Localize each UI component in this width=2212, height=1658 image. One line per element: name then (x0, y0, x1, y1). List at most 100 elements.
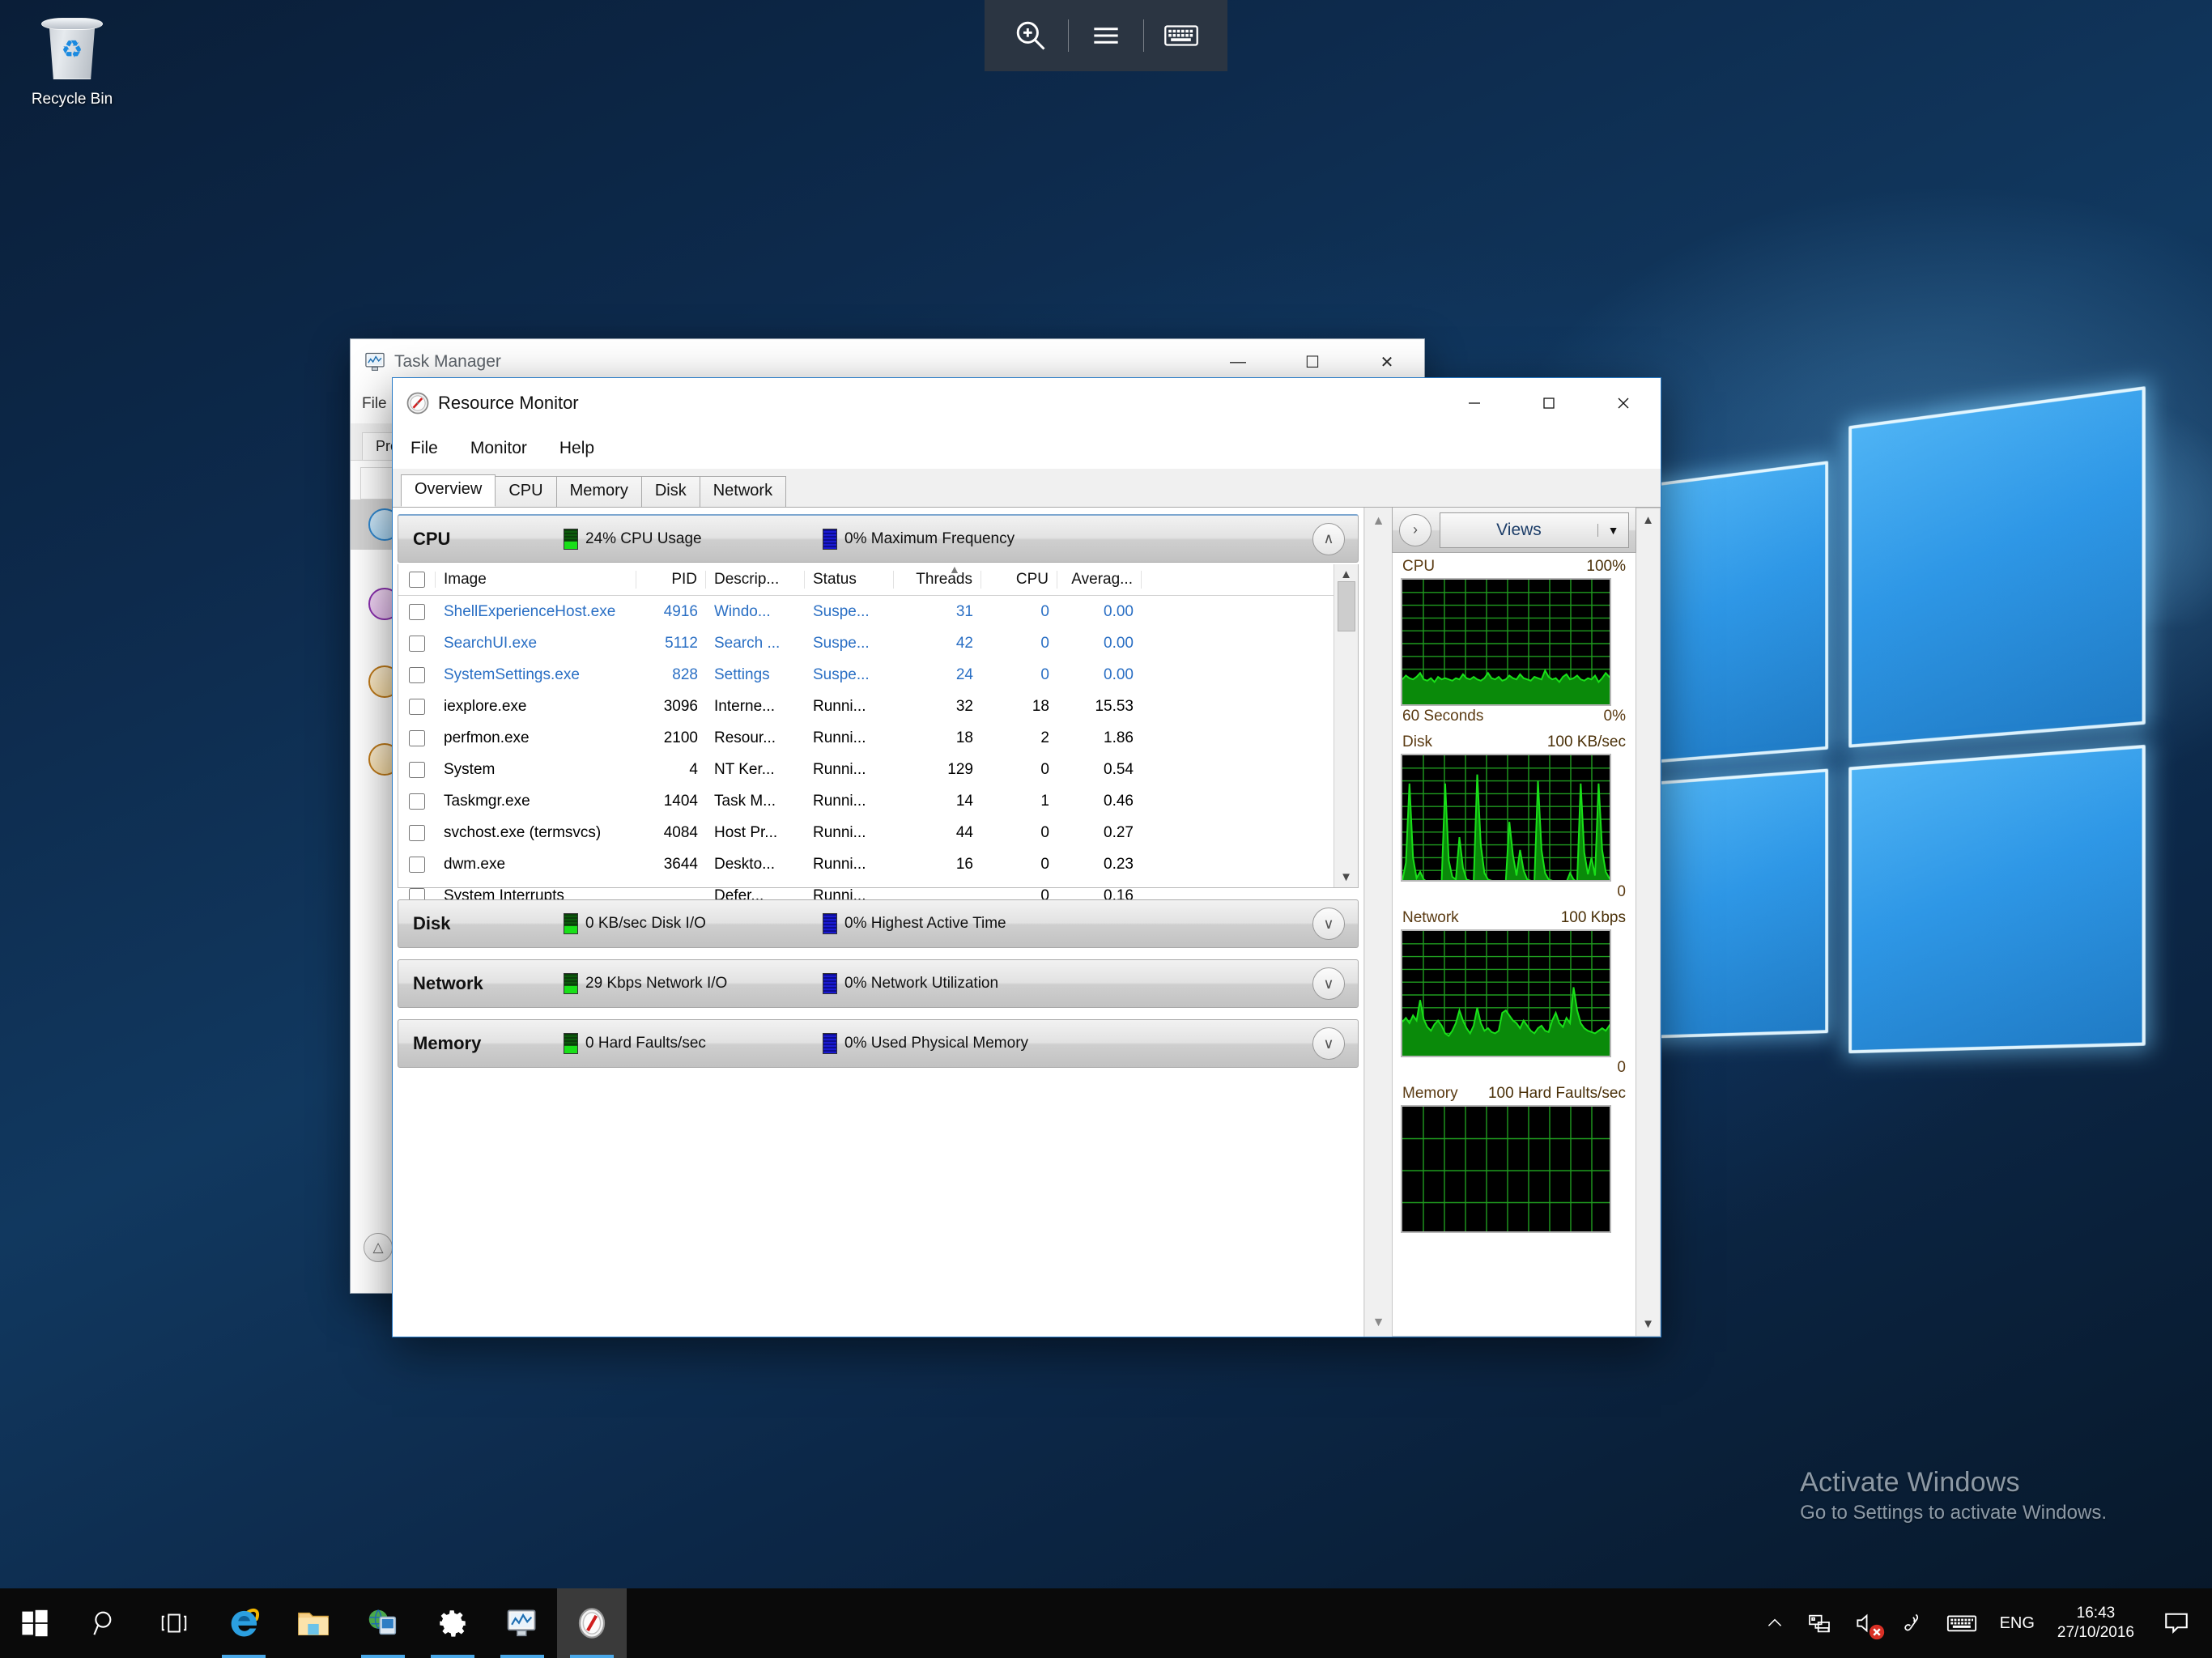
row-checkbox[interactable] (409, 636, 425, 652)
resource-monitor-window-buttons[interactable] (1437, 378, 1661, 428)
scroll-down-arrow-icon[interactable]: ▼ (1340, 870, 1352, 884)
column-header-pid[interactable]: PID (636, 571, 706, 589)
row-checkbox-cell[interactable] (398, 793, 436, 810)
clock[interactable]: 16:43 27/10/2016 (2046, 1588, 2146, 1658)
taskbar-task-manager[interactable] (487, 1588, 557, 1658)
resource-monitor-window[interactable]: Resource Monitor File Monitor Help Overv… (392, 377, 1661, 1337)
accessibility-toolbar[interactable] (985, 0, 1227, 71)
keyboard-icon[interactable] (1144, 0, 1219, 71)
row-checkbox[interactable] (409, 699, 425, 715)
table-row[interactable]: ShellExperienceHost.exe4916Windo...Suspe… (398, 596, 1334, 627)
row-checkbox-cell[interactable] (398, 667, 436, 683)
process-table-scrollbar[interactable]: ▲ ▼ (1334, 564, 1358, 887)
table-row[interactable]: dwm.exe3644Deskto...Runni...1600.23 (398, 848, 1334, 880)
taskbar-internet-explorer[interactable] (209, 1588, 279, 1658)
row-checkbox[interactable] (409, 762, 425, 778)
language-indicator[interactable]: ENG (1989, 1588, 2046, 1658)
scroll-down-arrow-icon[interactable]: ▼ (1642, 1317, 1654, 1331)
table-row[interactable]: svchost.exe (termsvcs)4084Host Pr...Runn… (398, 817, 1334, 848)
action-center-button[interactable] (2146, 1588, 2207, 1658)
magnifier-plus-icon[interactable] (993, 0, 1068, 71)
column-header-status[interactable]: Status (805, 571, 894, 589)
column-header-image[interactable]: Image (436, 571, 636, 589)
taskbar-network-app[interactable] (348, 1588, 418, 1658)
column-header-threads[interactable]: Threads (894, 571, 981, 589)
resource-monitor-menubar[interactable]: File Monitor Help (393, 428, 1661, 469)
section-header-network[interactable]: Network 29 Kbps Network I/O 0% Network U… (398, 959, 1359, 1008)
tab-cpu[interactable]: CPU (495, 476, 556, 507)
menu-monitor[interactable]: Monitor (467, 437, 530, 460)
section-header-memory[interactable]: Memory 0 Hard Faults/sec 0% Used Physica… (398, 1019, 1359, 1068)
expand-views-panel-button[interactable]: › (1399, 514, 1431, 546)
views-toolbar[interactable]: › Views ▼ (1392, 508, 1636, 553)
search-button[interactable] (70, 1588, 139, 1658)
menu-file[interactable]: File (407, 437, 441, 460)
table-header-row[interactable]: Image PID Descrip... Status Threads CPU … (398, 564, 1334, 596)
tab-network[interactable]: Network (700, 476, 786, 507)
scroll-up-arrow-icon[interactable]: ▲ (1340, 568, 1352, 581)
column-header-description[interactable]: Descrip... (706, 571, 805, 589)
taskbar[interactable]: ENG 16:43 27/10/2016 (0, 1588, 2212, 1658)
table-row[interactable]: SystemSettings.exe828SettingsSuspe...240… (398, 659, 1334, 691)
row-checkbox-cell[interactable] (398, 825, 436, 841)
system-tray[interactable]: ENG 16:43 27/10/2016 (1754, 1588, 2212, 1658)
table-row[interactable]: SearchUI.exe5112Search ...Suspe...4200.0… (398, 627, 1334, 659)
row-checkbox[interactable] (409, 667, 425, 683)
row-checkbox[interactable] (409, 857, 425, 873)
row-checkbox-cell[interactable] (398, 730, 436, 746)
desktop[interactable]: ♻ Recycle Bin Activate Windows Go to Set… (0, 0, 2212, 1658)
row-checkbox[interactable] (409, 730, 425, 746)
tab-memory[interactable]: Memory (556, 476, 642, 507)
menu-help[interactable]: Help (556, 437, 598, 460)
tab-disk[interactable]: Disk (641, 476, 700, 507)
main-panel-scrollbar[interactable]: ▲ ▼ (1364, 508, 1392, 1337)
taskbar-file-explorer[interactable] (279, 1588, 348, 1658)
resource-monitor-titlebar[interactable]: Resource Monitor (393, 378, 1661, 428)
row-checkbox-cell[interactable] (398, 857, 436, 873)
row-checkbox-cell[interactable] (398, 699, 436, 715)
select-all-checkbox[interactable] (409, 572, 425, 588)
speaker-muted-icon[interactable] (1843, 1588, 1890, 1658)
chevron-down-icon[interactable]: ▼ (1597, 524, 1628, 537)
pen-ink-icon[interactable] (1890, 1588, 1935, 1658)
views-dropdown[interactable]: Views ▼ (1440, 512, 1629, 548)
touch-keyboard-icon[interactable] (1935, 1588, 1989, 1658)
scroll-up-arrow-icon[interactable]: ▲ (1372, 514, 1385, 529)
minimize-button[interactable] (1437, 378, 1512, 428)
row-checkbox[interactable] (409, 825, 425, 841)
column-header-average-cpu[interactable]: Averag... (1057, 571, 1142, 589)
table-row[interactable]: Taskmgr.exe1404Task M...Runni...1410.46 (398, 785, 1334, 817)
row-checkbox-cell[interactable] (398, 636, 436, 652)
maximize-button[interactable] (1512, 378, 1586, 428)
hamburger-menu-icon[interactable] (1069, 0, 1143, 71)
process-rows-container[interactable]: ShellExperienceHost.exe4916Windo...Suspe… (398, 596, 1334, 912)
cpu-process-table[interactable]: Image PID Descrip... Status Threads CPU … (398, 564, 1359, 888)
views-panel-scrollbar[interactable]: ▲ ▼ (1636, 508, 1661, 1337)
taskbar-resource-monitor[interactable] (557, 1588, 627, 1658)
close-button[interactable] (1586, 378, 1661, 428)
task-view-button[interactable] (139, 1588, 209, 1658)
scroll-up-arrow-icon[interactable]: ▲ (1642, 513, 1654, 527)
task-manager-fewer-details-button[interactable]: △ (364, 1233, 393, 1262)
section-header-disk[interactable]: Disk 0 KB/sec Disk I/O 0% Highest Active… (398, 899, 1359, 948)
expand-disk-section-button[interactable]: ∨ (1312, 908, 1345, 940)
column-header-cpu[interactable]: CPU (981, 571, 1057, 589)
collapse-cpu-section-button[interactable]: ∧ (1312, 523, 1345, 555)
scrollbar-thumb[interactable] (1338, 581, 1355, 631)
scroll-down-arrow-icon[interactable]: ▼ (1372, 1316, 1385, 1330)
resource-monitor-tabstrip[interactable]: Overview CPU Memory Disk Network (393, 469, 1661, 508)
desktop-icon-recycle-bin[interactable]: ♻ Recycle Bin (11, 8, 133, 108)
row-checkbox-cell[interactable] (398, 604, 436, 620)
tab-overview[interactable]: Overview (401, 474, 496, 507)
row-checkbox[interactable] (409, 604, 425, 620)
row-checkbox-cell[interactable] (398, 762, 436, 778)
table-row[interactable]: perfmon.exe2100Resour...Runni...1821.86 (398, 722, 1334, 754)
network-icon[interactable] (1796, 1588, 1843, 1658)
select-all-checkbox-cell[interactable] (398, 572, 436, 588)
section-header-cpu[interactable]: CPU 24% CPU Usage 0% Maximum Frequency ∧ (398, 514, 1359, 563)
expand-memory-section-button[interactable]: ∨ (1312, 1027, 1345, 1060)
taskbar-settings[interactable] (418, 1588, 487, 1658)
expand-network-section-button[interactable]: ∨ (1312, 967, 1345, 1000)
row-checkbox[interactable] (409, 793, 425, 810)
taskbar-apps[interactable] (0, 1588, 627, 1658)
